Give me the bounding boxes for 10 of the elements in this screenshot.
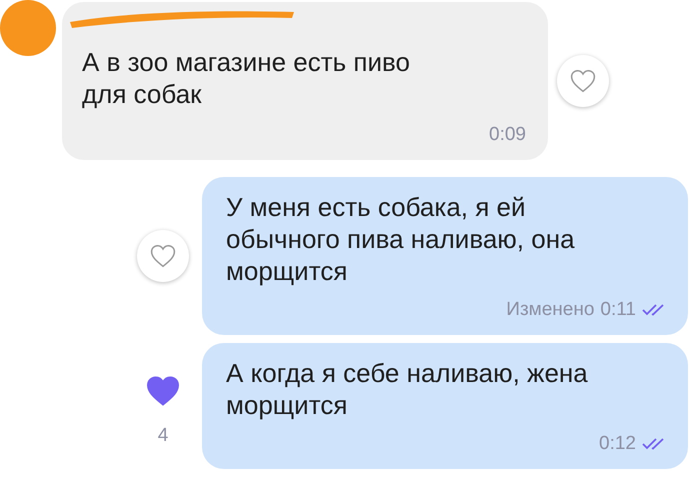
message-time: 0:11 [600,299,636,321]
edited-label: Изменено [506,299,594,321]
message-time: 0:12 [599,433,636,455]
message-text: У меня есть собака, я ей обычного пива наливаю, она морщится [226,191,576,287]
message-time: 0:09 [489,124,526,146]
message-text: А когда я себе наливаю, жена морщится [226,357,589,421]
like-button[interactable] [557,55,609,107]
like-button[interactable] [137,230,189,282]
message-text: А в зоо магазине есть пиво для собак [82,46,411,110]
like-count: 4 [158,425,168,447]
